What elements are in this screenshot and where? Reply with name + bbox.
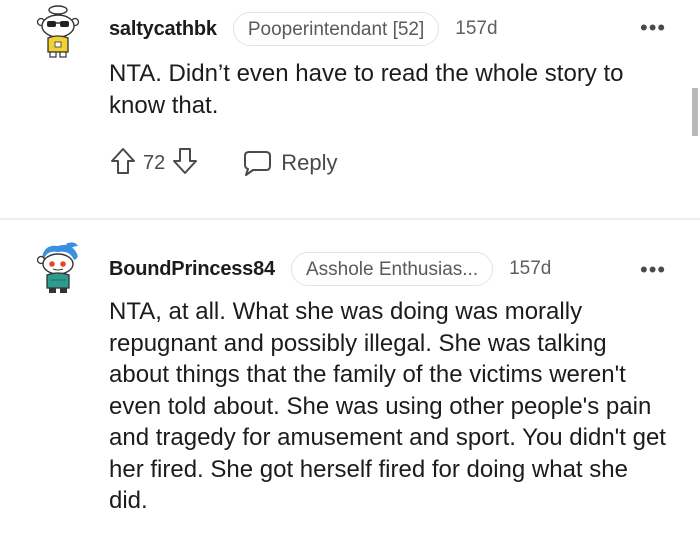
comment-2: BoundPrincess84 Asshole Enthusias... 157… [0,220,700,543]
upvote-icon[interactable] [109,146,137,181]
reply-label: Reply [281,150,338,175]
comment-1: saltycathbk Pooperintendant [52] 157d ••… [0,0,700,218]
avatar[interactable] [36,240,80,296]
downvote-icon[interactable] [171,146,199,181]
comment-meta: saltycathbk Pooperintendant [52] 157d [109,11,498,47]
more-options-icon[interactable]: ••• [640,259,666,281]
snoo-avatar-icon [36,5,80,58]
more-options-icon[interactable]: ••• [640,17,666,39]
username[interactable]: saltycathbk [109,18,217,41]
vote-count: 72 [143,151,166,174]
avatar[interactable] [36,4,80,60]
comment-meta: BoundPrincess84 Asshole Enthusias... 157… [109,251,551,287]
reply-button[interactable]: Reply [241,148,338,178]
user-flair: Asshole Enthusias... [290,252,494,286]
comment-actions: 72 Reply [109,146,338,180]
comment-age: 157d [455,18,498,39]
comment-age: 157d [509,258,552,279]
comment-body: NTA. Didn’t even have to read the whole … [109,60,624,119]
username[interactable]: BoundPrincess84 [109,258,275,281]
user-flair: Pooperintendant [52] [232,12,440,46]
snoo-avatar-icon [36,242,78,293]
reply-bubble-icon [244,151,272,176]
comment-body: NTA, at all. What she was doing was mora… [109,298,666,514]
